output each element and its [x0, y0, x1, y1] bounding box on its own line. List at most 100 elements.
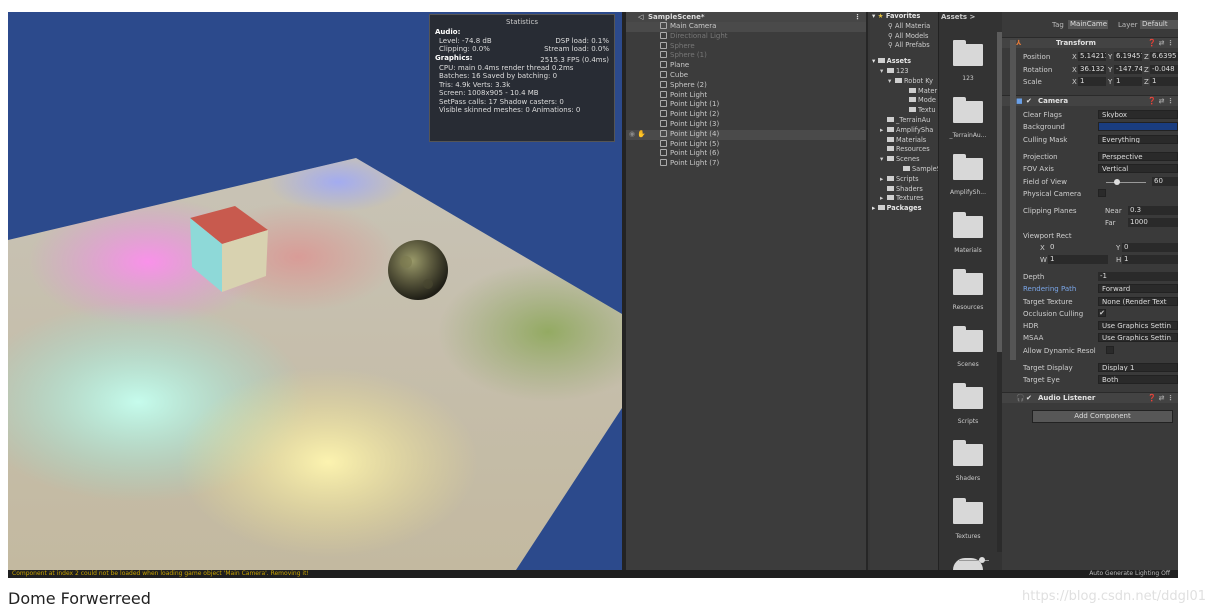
target-texture-field[interactable]: None (Render Text	[1098, 297, 1178, 306]
position-z[interactable]: 6.6395	[1150, 52, 1178, 61]
hierarchy-item[interactable]: Main Camera	[626, 22, 866, 32]
asset-folder-tile[interactable]: Shaders	[939, 440, 997, 482]
target-eye-dropdown[interactable]: Both	[1098, 375, 1178, 384]
project-folder[interactable]: ▸ Textures	[870, 194, 938, 204]
assets-breadcrumb[interactable]: Assets >	[939, 12, 1002, 23]
project-folder[interactable]: SampleS	[870, 165, 938, 175]
asset-folder-tile[interactable]: Materials	[939, 211, 997, 254]
expand-arrow-icon[interactable]: ▸	[880, 194, 887, 204]
visibility-icon[interactable]: ◉ ✋	[629, 130, 646, 140]
asset-folder-tile[interactable]: Scenes	[939, 326, 997, 368]
expand-arrow-icon[interactable]: ▾	[888, 77, 895, 87]
enable-checkbox[interactable]: ✔	[1026, 393, 1032, 404]
fov-value[interactable]: 60	[1152, 177, 1178, 186]
hierarchy-item[interactable]: Point Light	[626, 90, 866, 101]
menu-icon[interactable]: ⋮	[854, 12, 861, 22]
position-y[interactable]: 6.19457	[1114, 52, 1142, 61]
hierarchy-item[interactable]: Point Light (3)	[626, 119, 866, 130]
hierarchy-item[interactable]: ◉ ✋ Point Light (4)	[626, 129, 866, 140]
rendering-path-dropdown[interactable]: Forward	[1098, 284, 1178, 293]
hierarchy-item[interactable]: Sphere	[626, 41, 866, 52]
scale-x[interactable]: 1	[1078, 77, 1106, 86]
hierarchy-item[interactable]: Point Light (2)	[626, 110, 866, 120]
viewport-x[interactable]: 0	[1048, 243, 1108, 252]
far-field[interactable]: 1000	[1128, 218, 1178, 227]
favorite-item[interactable]: ⚲ All Materia	[870, 22, 938, 32]
hierarchy-item[interactable]: Point Light (5)	[626, 139, 866, 150]
project-folder[interactable]: ▾ Robot Ky	[870, 77, 938, 87]
hdr-dropdown[interactable]: Use Graphics Settin	[1098, 321, 1178, 330]
project-folder[interactable]: ▸ AmplifySha	[870, 126, 938, 136]
hierarchy-item[interactable]: Point Light (1)	[626, 100, 866, 110]
fov-slider[interactable]	[1106, 179, 1146, 185]
target-display-dropdown[interactable]: Display 1	[1098, 363, 1178, 372]
favorite-item[interactable]: ⚲ All Models	[870, 32, 938, 42]
game-view[interactable]: Statistics Audio: Level: -74.8 dB DSP loa…	[8, 12, 622, 570]
layer-dropdown[interactable]: Default	[1140, 20, 1178, 29]
slider-knob[interactable]	[1114, 179, 1121, 185]
viewport-w[interactable]: 1	[1048, 255, 1108, 264]
hierarchy-item[interactable]: Directional Light	[626, 31, 866, 42]
expand-arrow-icon[interactable]: ▾	[880, 67, 887, 77]
background-color-swatch[interactable]	[1098, 122, 1178, 131]
occlusion-checkbox[interactable]: ✔	[1098, 309, 1106, 317]
msaa-dropdown[interactable]: Use Graphics Settin	[1098, 333, 1178, 342]
asset-folder-tile[interactable]: Textures	[939, 497, 997, 540]
project-folder[interactable]: Mater	[870, 87, 938, 97]
project-folder[interactable]: ▾ 123	[870, 67, 938, 77]
fov-axis-dropdown[interactable]: Vertical	[1098, 164, 1178, 173]
transform-header[interactable]: ⅄ Transform ❓ ⇄ ⋮	[1002, 37, 1178, 48]
hierarchy-item[interactable]: Sphere (2)	[626, 80, 866, 91]
asset-folder-tile[interactable]: _TerrainAu...	[939, 97, 997, 139]
hierarchy-item[interactable]: Point Light (7)	[626, 159, 866, 169]
project-folder[interactable]: _TerrainAu	[870, 116, 938, 126]
zoom-slider[interactable]	[959, 557, 989, 563]
scale-y[interactable]: 1	[1114, 77, 1142, 86]
culling-mask-dropdown[interactable]: Everything	[1098, 135, 1178, 144]
enable-checkbox[interactable]: ✔	[1026, 96, 1032, 107]
project-folder[interactable]: ▾ Scenes	[870, 155, 938, 165]
asset-folder-tile[interactable]: Scripts	[939, 383, 997, 425]
position-x[interactable]: 5.14211	[1078, 52, 1106, 61]
physical-camera-checkbox[interactable]	[1098, 189, 1106, 197]
viewport-y[interactable]: 0	[1122, 243, 1178, 252]
project-folder[interactable]: ▸ Scripts	[870, 175, 938, 185]
clear-flags-dropdown[interactable]: Skybox	[1098, 110, 1178, 119]
hierarchy-item[interactable]: Point Light (6)	[626, 149, 866, 159]
project-folder[interactable]: Shaders	[870, 185, 938, 195]
dynamic-res-checkbox[interactable]	[1106, 346, 1114, 354]
scene-header[interactable]: ◁ SampleScene* ⋮	[626, 12, 866, 22]
project-folder[interactable]: Resources	[870, 145, 938, 155]
inspector-scrollbar[interactable]	[1010, 40, 1016, 360]
help-icon[interactable]: ❓ ⇄ ⋮	[1148, 96, 1174, 107]
asset-folder-tile[interactable]: Resources	[939, 268, 997, 311]
project-folder[interactable]: Materials	[870, 136, 938, 146]
expand-arrow-icon[interactable]: ▸	[880, 126, 887, 136]
project-folder[interactable]: Mode	[870, 96, 938, 106]
rotation-y[interactable]: -147.74	[1114, 65, 1142, 74]
camera-header[interactable]: ■ ✔ Camera ❓ ⇄ ⋮	[1002, 95, 1178, 106]
add-component-button[interactable]: Add Component	[1032, 410, 1173, 423]
projection-dropdown[interactable]: Perspective	[1098, 152, 1178, 161]
hierarchy-item[interactable]: Plane	[626, 61, 866, 71]
expand-arrow-icon[interactable]: ▾	[880, 155, 887, 165]
near-field[interactable]: 0.3	[1128, 206, 1178, 215]
tag-dropdown[interactable]: MainCame	[1068, 20, 1108, 29]
project-folder[interactable]: Textu	[870, 106, 938, 116]
scale-z[interactable]: 1	[1150, 77, 1178, 86]
assets-root[interactable]: ▾ Assets	[870, 57, 938, 67]
hierarchy-item[interactable]: Sphere (1)	[626, 51, 866, 61]
asset-folder-tile[interactable]: AmplifySh...	[939, 154, 997, 196]
favorite-item[interactable]: ⚲ All Prefabs	[870, 41, 938, 51]
hierarchy-item[interactable]: Cube	[626, 70, 866, 81]
asset-folder-tile[interactable]: 123	[939, 40, 997, 82]
favorites-header[interactable]: ▾ ★ Favorites	[870, 12, 938, 22]
help-icon[interactable]: ❓ ⇄ ⋮	[1148, 38, 1174, 49]
depth-field[interactable]: -1	[1098, 272, 1178, 281]
packages-root[interactable]: ▸ Packages	[870, 204, 938, 214]
rotation-x[interactable]: 36.132	[1078, 65, 1106, 74]
status-message[interactable]: Component at index 2 could not be loaded…	[12, 570, 309, 577]
help-icon[interactable]: ❓ ⇄ ⋮	[1148, 393, 1174, 404]
audio-listener-header[interactable]: 🎧 ✔ Audio Listener ❓ ⇄ ⋮	[1002, 392, 1178, 403]
viewport-h[interactable]: 1	[1122, 255, 1178, 264]
